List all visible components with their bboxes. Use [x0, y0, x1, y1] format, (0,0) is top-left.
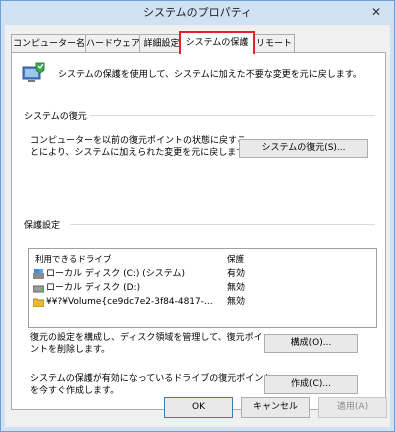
drive-row[interactable]: ローカル ディスク (C:) (システム) 有効 — [29, 267, 374, 281]
folder-icon — [32, 297, 45, 308]
drive-name: ローカル ディスク (D:) — [46, 283, 141, 293]
protection-group-label: 保護設定 — [24, 221, 61, 231]
configure-desc-line-1: 復元の設定を構成し、ディスク領域を管理して、復元ポイ — [30, 333, 263, 343]
drive-protection-status: 無効 — [227, 283, 246, 293]
drive-name: ローカル ディスク (C:) (システム) — [46, 269, 186, 279]
tab-hardware[interactable]: ハードウェア — [85, 34, 141, 53]
system-properties-window: システムのプロパティ ✕ コンピューター名 ハードウェア 詳細設定 システムの保… — [0, 0, 395, 432]
drive-name: ¥¥?¥Volume{ce9dc7e2-3f84-4817-... — [46, 297, 213, 307]
drive-icon — [32, 283, 45, 293]
intro-text: システムの保護を使用して、システムに加えた不要な変更を元に戻します。 — [58, 70, 362, 80]
column-header-protection[interactable]: 保護 — [227, 253, 244, 265]
drive-list[interactable]: 利用できるドライブ 保護 ローカル ディスク (C:) (システム) 有効 ロー… — [28, 248, 377, 328]
dialog-client: コンピューター名 ハードウェア 詳細設定 システムの保護 リモート システムの保… — [5, 25, 390, 427]
configure-description: 復元の設定を構成し、ディスク領域を管理して、復元ポイ ントを削除します。 — [30, 332, 263, 356]
create-desc-line-2: を今すぐ作成します。 — [30, 386, 120, 396]
system-protection-panel: システムの保護を使用して、システムに加えた不要な変更を元に戻します。 システムの… — [11, 52, 386, 410]
tab-system-protection[interactable]: システムの保護 — [179, 31, 255, 54]
system-restore-button[interactable]: システムの復元(S)... — [239, 139, 368, 158]
system-protection-icon — [22, 61, 46, 85]
apply-button[interactable]: 適用(A) — [318, 397, 387, 418]
restore-group-divider — [90, 115, 375, 116]
tab-remote[interactable]: リモート — [253, 34, 295, 53]
drive-row[interactable]: ローカル ディスク (D:) 無効 — [29, 281, 374, 295]
restore-desc-line-1: コンピューターを以前の復元ポイントの状態に戻すこ — [30, 136, 247, 146]
create-description: システムの保護が有効になっているドライブの復元ポイント を今すぐ作成します。 — [30, 373, 272, 397]
cancel-button[interactable]: キャンセル — [241, 397, 310, 418]
tab-computer-name[interactable]: コンピューター名 — [11, 34, 87, 53]
close-icon[interactable]: ✕ — [366, 3, 386, 21]
protection-group-divider — [70, 224, 375, 225]
restore-group-label: システムの復元 — [24, 112, 87, 122]
drive-row[interactable]: ¥¥?¥Volume{ce9dc7e2-3f84-4817-... 無効 — [29, 295, 374, 309]
window-title: システムのプロパティ — [142, 6, 252, 19]
column-header-drive[interactable]: 利用できるドライブ — [35, 253, 111, 265]
configure-button[interactable]: 構成(O)... — [264, 334, 358, 353]
restore-desc-line-2: とにより、システムに加えられた変更を元に戻します。 — [30, 148, 254, 158]
ok-button[interactable]: OK — [164, 397, 233, 418]
create-desc-line-1: システムの保護が有効になっているドライブの復元ポイント — [30, 374, 273, 384]
create-button[interactable]: 作成(C)... — [264, 375, 358, 394]
drive-protection-status: 有効 — [227, 269, 246, 279]
title-bar[interactable]: システムのプロパティ ✕ — [1, 1, 394, 25]
drive-protection-status: 無効 — [227, 297, 246, 307]
system-drive-icon — [33, 269, 44, 279]
tab-advanced[interactable]: 詳細設定 — [139, 34, 184, 53]
restore-description: コンピューターを以前の復元ポイントの状態に戻すこ とにより、システムに加えられた… — [30, 135, 253, 159]
configure-desc-line-2: ントを削除します。 — [30, 345, 111, 355]
